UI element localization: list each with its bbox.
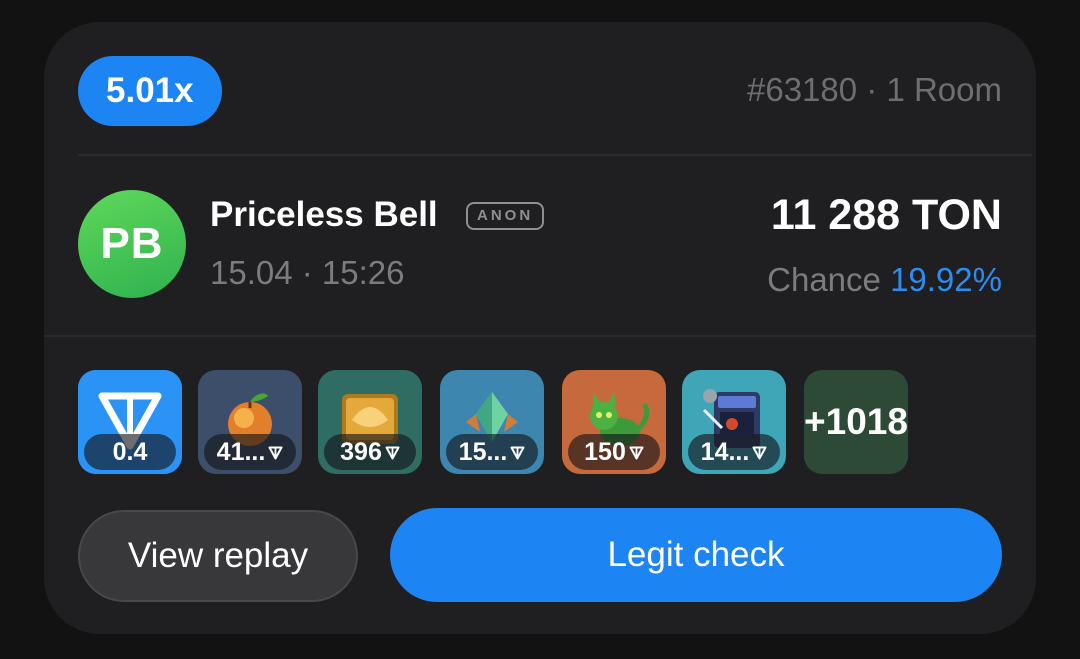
ton-icon [385, 446, 400, 460]
win-amount: 11 288 TON [770, 191, 1002, 239]
more-items-tile[interactable]: +1018 [804, 370, 908, 474]
divider [44, 335, 1036, 337]
ton-icon [268, 446, 283, 460]
item-tile[interactable]: 150 [562, 370, 666, 474]
view-replay-button[interactable]: View replay [78, 510, 358, 602]
item-tile[interactable]: 396 [318, 370, 422, 474]
item-value: 0.4 [84, 434, 176, 470]
game-meta: #63180 · 1 Room [747, 71, 1002, 108]
legit-check-button[interactable]: Legit check [390, 508, 1002, 602]
chance-value: 19.92% [890, 261, 1002, 298]
item-tile[interactable]: 14... [682, 370, 786, 474]
item-tile[interactable]: 15... [440, 370, 544, 474]
item-value: 14... [688, 434, 780, 470]
ton-icon [752, 446, 767, 460]
item-value: 396 [324, 434, 416, 470]
multiplier-badge: 5.01x [78, 56, 222, 126]
win-chance: Chance 19.92% [767, 260, 1002, 300]
item-tile[interactable]: 41... [198, 370, 302, 474]
ton-icon [510, 446, 525, 460]
item-tile[interactable]: 0.4 [78, 370, 182, 474]
item-value: 41... [204, 434, 296, 470]
chance-label: Chance [767, 261, 881, 298]
game-card: 5.01x #63180 · 1 Room PB Priceless Bell … [44, 22, 1036, 634]
divider [78, 154, 1032, 156]
anon-badge: ANON [466, 202, 545, 230]
item-value: 150 [568, 434, 660, 470]
item-value: 15... [446, 434, 538, 470]
timestamp: 15.04 · 15:26 [210, 254, 405, 291]
ton-icon [629, 446, 644, 460]
card-header: 5.01x #63180 · 1 Room [78, 56, 1002, 126]
player-name: Priceless Bell [210, 195, 438, 234]
avatar: PB [78, 190, 186, 298]
